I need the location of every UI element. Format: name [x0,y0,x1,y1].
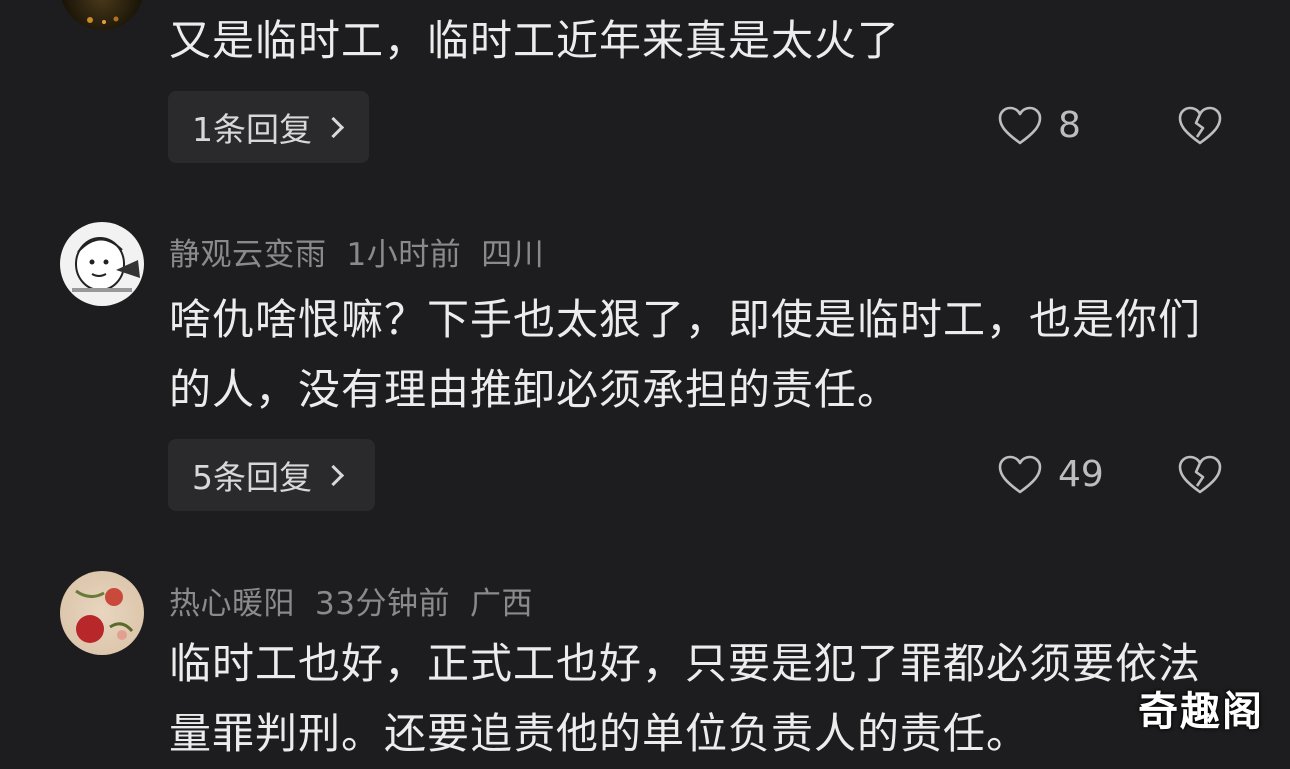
broken-heart-icon [1178,455,1222,494]
location-label: 广西 [469,586,533,622]
comment-text: 又是临时工，临时工近年来真是太火了 [169,16,901,65]
reply-count-label: 5条回复 [192,458,312,497]
avatar-image-icon [72,237,140,292]
timestamp: 1小时前 [346,237,462,273]
user-avatar[interactable] [60,0,144,30]
avatar-image-icon [75,588,134,643]
watermark: 奇趣阁 [1138,689,1264,735]
dislike-button[interactable] [1178,455,1222,499]
reply-count-label: 1条回复 [192,110,312,149]
user-avatar[interactable] [60,571,144,655]
user-avatar[interactable] [60,222,144,306]
timestamp: 33分钟前 [315,586,450,622]
broken-heart-icon [1178,106,1222,145]
comment-text: 临时工也好，正式工也好，只要是犯了罪都必须要依法量罪判刑。还要追责他的单位负责人… [169,639,1202,758]
avatar-image-icon [87,16,119,24]
comment-text: 啥仇啥恨嘛？下手也太狠了，即使是临时工，也是你们的人，没有理由推卸必须承担的责任… [169,295,1202,414]
chevron-right-icon [322,464,345,486]
comment-meta: 静观云变雨 1小时前 四川 [169,229,564,274]
like-count: 8 [1058,105,1081,146]
view-replies-button[interactable]: 5条回复 [168,439,375,511]
username[interactable]: 静观云变雨 [169,237,327,273]
heart-outline-icon [998,106,1042,144]
view-replies-button[interactable]: 1条回复 [168,91,369,163]
like-button[interactable]: 49 [998,454,1104,495]
heart-outline-icon [998,455,1042,493]
like-count: 49 [1058,454,1104,495]
like-button[interactable]: 8 [998,105,1081,146]
dislike-button[interactable] [1178,106,1222,150]
username[interactable]: 热心暖阳 [169,586,295,622]
comment-meta: 热心暖阳 33分钟前 广西 [169,578,553,623]
location-label: 四川 [481,237,545,273]
chevron-right-icon [322,116,345,138]
